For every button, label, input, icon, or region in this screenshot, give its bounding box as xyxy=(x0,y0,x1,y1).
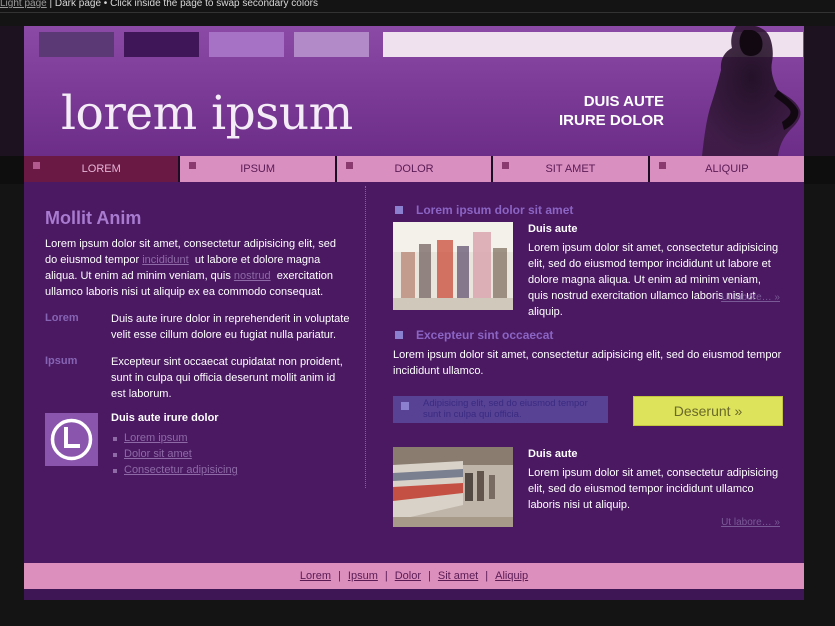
woman-silhouette-icon xyxy=(702,26,801,156)
def-text-ipsum: Excepteur sint occaecat cupidatat non pr… xyxy=(111,356,343,400)
footer-link-dolor[interactable]: Dolor xyxy=(395,570,421,582)
nav-bullet-icon xyxy=(658,162,666,169)
clock-icon-box xyxy=(45,413,98,466)
section-bullet-icon xyxy=(395,331,403,339)
nav-bullet-icon xyxy=(189,162,197,169)
def-text-lorem: Duis aute irure dolor in reprehenderit i… xyxy=(111,313,350,341)
footer-link-sit-amet[interactable]: Sit amet xyxy=(438,570,478,582)
item-1-title: Duis aute xyxy=(528,223,578,235)
toolbar-text: | Dark page • Click inside the page to s… xyxy=(46,0,318,9)
nav-item-label: SIT AMET xyxy=(545,163,596,175)
nostrud-link[interactable]: nostrud xyxy=(234,270,271,282)
light-page-link[interactable]: Light page xyxy=(0,0,47,9)
section-bullet-icon xyxy=(395,206,403,214)
nav-bullet-icon xyxy=(502,162,510,169)
nav-item-lorem[interactable]: LOREM xyxy=(24,156,179,182)
list-item: Consectetur adipisicing xyxy=(111,462,238,478)
footer-separator: | xyxy=(428,570,431,582)
read-more-link-2[interactable]: Ut labore… » xyxy=(721,517,780,528)
footer-link-aliquip[interactable]: Aliquip xyxy=(495,570,528,582)
clock-link-list: Lorem ipsum Dolor sit amet Consectetur a… xyxy=(111,430,238,478)
nav-bullet-icon xyxy=(33,162,40,169)
nav-item-dolor[interactable]: DOLOR xyxy=(336,156,492,182)
def-term-lorem: Lorem xyxy=(45,312,79,324)
section-2-body: Lorem ipsum dolor sit amet, consectetur … xyxy=(393,349,782,377)
footer-separator: | xyxy=(384,570,388,582)
section-title-mollit: Mollit Anim xyxy=(45,208,142,228)
incididunt-link[interactable]: incididunt xyxy=(142,254,188,266)
site-logo[interactable]: lorem ipsum xyxy=(61,84,353,144)
nav-bullet-icon xyxy=(345,162,353,169)
footer-separator: | xyxy=(338,570,341,582)
train-photo xyxy=(393,447,513,535)
callout-box: Adipisicing elit, sed do eiusmod tempor … xyxy=(393,396,608,423)
nav-item-label: IPSUM xyxy=(240,163,276,175)
section-head-1: Lorem ipsum dolor sit amet xyxy=(393,203,573,217)
section-title-1: Lorem ipsum dolor sit amet xyxy=(416,203,574,217)
footer-link-lorem[interactable]: Lorem xyxy=(300,570,331,582)
nav-item-aliquip[interactable]: ALIQUIP xyxy=(649,156,805,182)
nav-item-ipsum[interactable]: IPSUM xyxy=(180,156,335,182)
section-head-2: Excepteur sint occaecat xyxy=(393,328,553,342)
color-swatch-4[interactable] xyxy=(294,32,369,57)
top-toolbar: Light page | Dark page • Click inside th… xyxy=(0,0,835,12)
clock-section-title: Duis aute irure dolor xyxy=(111,412,219,424)
footer-link-ipsum[interactable]: Ipsum xyxy=(348,570,378,582)
color-swatch-3[interactable] xyxy=(209,32,284,57)
main-nav: LOREM IPSUM DOLOR SIT AMET ALIQUIP xyxy=(24,156,805,182)
nav-item-label: LOREM xyxy=(81,163,121,175)
link-lorem-ipsum[interactable]: Lorem ipsum xyxy=(124,432,188,444)
read-more-link-1[interactable]: Ut labore… » xyxy=(721,292,780,303)
color-swatch-2[interactable] xyxy=(124,32,199,57)
bottom-bar xyxy=(24,589,804,600)
link-consectetur[interactable]: Consectetur adipisicing xyxy=(124,464,238,476)
callout-bullet-icon xyxy=(401,402,409,410)
list-item: Dolor sit amet xyxy=(111,446,238,462)
column-divider xyxy=(365,186,366,488)
list-item: Lorem ipsum xyxy=(111,430,238,446)
callout-text: Adipisicing elit, sed do eiusmod tempor … xyxy=(423,398,588,420)
intro-paragraph: Lorem ipsum dolor sit amet, consectetur … xyxy=(45,236,350,300)
tagline-line-2: IRURE DOLOR xyxy=(559,112,664,129)
color-swatch-1[interactable] xyxy=(39,32,114,57)
nav-item-label: ALIQUIP xyxy=(705,163,749,175)
def-term-ipsum: Ipsum xyxy=(45,355,78,367)
site-footer: Lorem | Ipsum | Dolor | Sit amet | Aliquip xyxy=(24,563,804,589)
header-tagline: DUIS AUTE IRURE DOLOR xyxy=(464,92,664,130)
page-container[interactable]: lorem ipsum DUIS AUTE IRURE DOLOR LOREM … xyxy=(24,26,805,600)
nav-item-sit-amet[interactable]: SIT AMET xyxy=(493,156,648,182)
section-title-2: Excepteur sint occaecat xyxy=(416,328,554,342)
top-divider xyxy=(0,12,835,13)
footer-separator: | xyxy=(485,570,489,582)
clock-icon xyxy=(50,418,93,461)
item-1-body: Lorem ipsum dolor sit amet, consectetur … xyxy=(528,242,779,318)
site-header: lorem ipsum DUIS AUTE IRURE DOLOR xyxy=(24,26,804,156)
deserunt-button[interactable]: Deserunt » xyxy=(633,396,783,426)
item-2-title: Duis aute xyxy=(528,448,578,460)
crowd-photo xyxy=(393,222,513,310)
tagline-line-1: DUIS AUTE xyxy=(583,93,664,110)
nav-item-label: DOLOR xyxy=(394,163,434,175)
item-2-body: Lorem ipsum dolor sit amet, consectetur … xyxy=(528,467,779,511)
link-dolor-sit-amet[interactable]: Dolor sit amet xyxy=(124,448,192,460)
